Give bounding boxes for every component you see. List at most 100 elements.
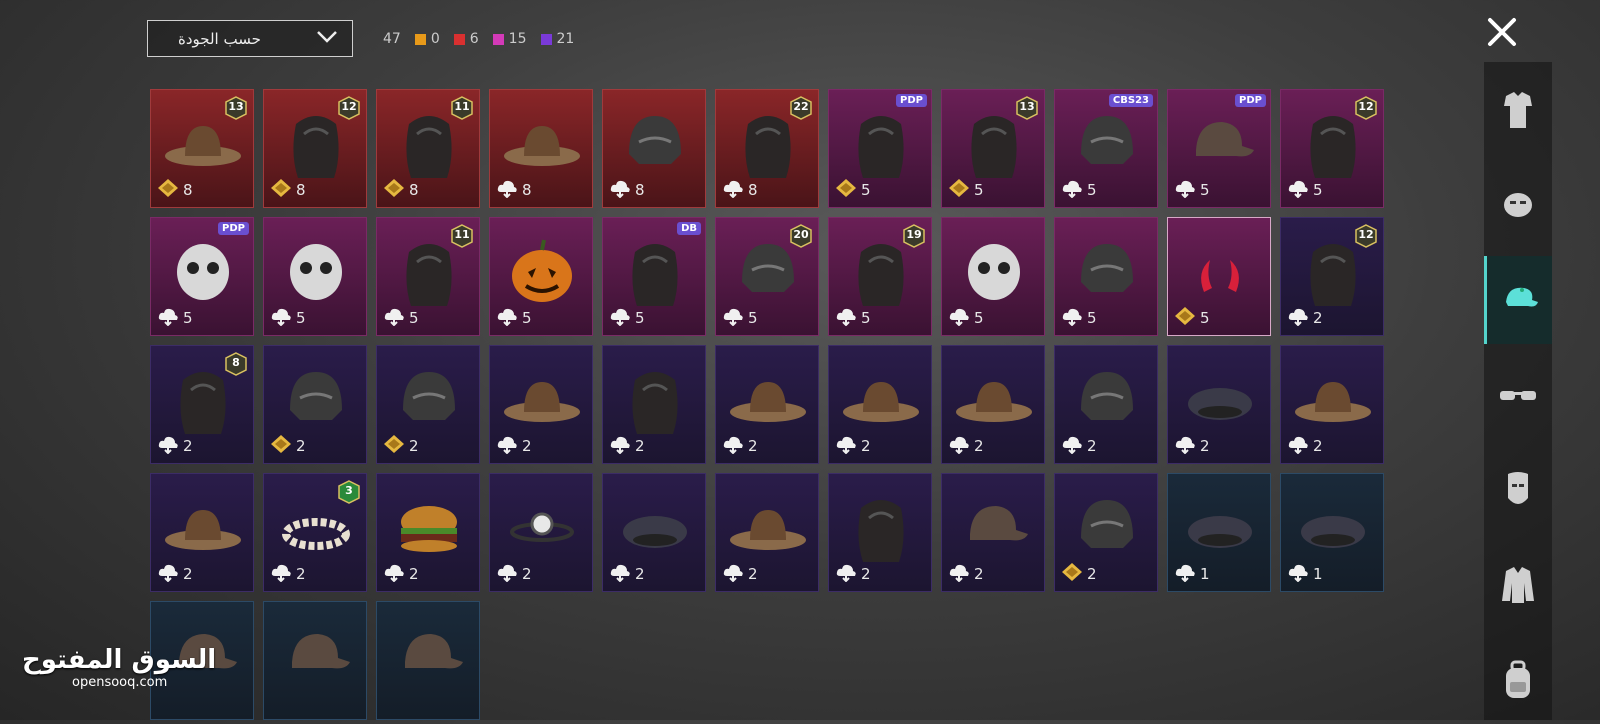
inventory-item[interactable]: 8 <box>602 89 706 208</box>
item-count: 5 <box>496 306 532 330</box>
item-hat-icon <box>504 382 580 422</box>
sidebar-category-jacket[interactable] <box>1484 541 1552 629</box>
inventory-item[interactable]: 2 <box>828 473 932 592</box>
inventory-item[interactable]: 19 5 <box>828 217 932 336</box>
inventory-item[interactable]: 2 <box>1054 345 1158 464</box>
item-count: 2 <box>835 562 871 586</box>
inventory-item[interactable]: 5 <box>263 217 367 336</box>
item-count: 2 <box>948 562 984 586</box>
inventory-item[interactable]: 2 <box>150 473 254 592</box>
inventory-item[interactable]: 22 8 <box>715 89 819 208</box>
item-count-value: 8 <box>748 181 758 199</box>
inventory-item[interactable]: PDP 5 <box>1167 89 1271 208</box>
cloud-coupon-icon <box>722 306 744 330</box>
close-button[interactable] <box>1482 12 1522 52</box>
item-helmet-icon <box>1081 244 1133 292</box>
rarity-swatch <box>414 33 426 45</box>
inventory-item[interactable]: PDP 5 <box>828 89 932 208</box>
inventory-item[interactable]: 2 <box>941 345 1045 464</box>
cloud-coupon-icon <box>157 562 179 586</box>
inventory-item[interactable]: 1 <box>1167 473 1271 592</box>
item-count-value: 2 <box>296 565 306 583</box>
item-count: 5 <box>948 178 984 202</box>
inventory-item[interactable]: 2 <box>376 473 480 592</box>
inventory-item[interactable]: 82 <box>150 345 254 464</box>
cloud-coupon-icon <box>1287 178 1309 202</box>
item-horns-icon <box>1201 260 1239 292</box>
sidebar-category-cap[interactable] <box>1484 256 1552 344</box>
item-count: 8 <box>157 178 193 202</box>
item-count-value: 2 <box>1313 437 1323 455</box>
level-badge-value: 22 <box>793 100 809 113</box>
cloud-coupon-icon <box>496 562 518 586</box>
sidebar-category-glasses[interactable] <box>1484 351 1552 439</box>
item-count-value: 5 <box>1313 181 1323 199</box>
item-count: 2 <box>722 562 758 586</box>
inventory-item[interactable]: 2 <box>1054 473 1158 592</box>
cloud-coupon-icon <box>835 306 857 330</box>
item-hair-icon <box>858 500 904 562</box>
inventory-item[interactable]: 2 <box>489 473 593 592</box>
sidebar-category-face[interactable] <box>1484 161 1552 249</box>
inventory-item[interactable]: 2 <box>263 345 367 464</box>
inventory-item[interactable]: DB 5 <box>602 217 706 336</box>
inventory-item[interactable]: 2 <box>602 345 706 464</box>
inventory-item[interactable]: 20 5 <box>715 217 819 336</box>
inventory-item[interactable]: 12 5 <box>1280 89 1384 208</box>
inventory-item[interactable]: 2 <box>941 473 1045 592</box>
item-count-value: 5 <box>635 309 645 327</box>
cloud-coupon-icon <box>722 562 744 586</box>
item-hat-icon <box>730 510 806 550</box>
inventory-item[interactable]: 11 5 <box>376 217 480 336</box>
inventory-item[interactable]: 2 <box>602 473 706 592</box>
inventory-item[interactable]: 5 <box>1054 217 1158 336</box>
inventory-item[interactable]: 2 <box>489 345 593 464</box>
gold-coupon-icon <box>835 178 857 202</box>
inventory-item[interactable]: 12 2 <box>1280 217 1384 336</box>
backpack-icon <box>1506 660 1530 698</box>
level-badge-value: 13 <box>228 100 244 113</box>
item-helmet-icon <box>290 372 342 420</box>
sidebar-category-mask[interactable] <box>1484 446 1552 534</box>
inventory-item[interactable] <box>376 601 480 720</box>
sidebar-category-backpack[interactable] <box>1484 636 1552 724</box>
sort-dropdown[interactable]: حسب الجودة <box>147 20 353 57</box>
item-count: 2 <box>1287 306 1323 330</box>
inventory-item[interactable]: PDP 5 <box>150 217 254 336</box>
inventory-item[interactable]: 13 5 <box>941 89 1045 208</box>
cloud-coupon-icon <box>609 434 631 458</box>
watermark-latin: opensooq.com <box>72 675 168 690</box>
inventory-item[interactable]: 5 <box>1167 217 1271 336</box>
inventory-item[interactable]: 11 8 <box>376 89 480 208</box>
item-headlamp-icon <box>510 512 574 542</box>
item-hair-icon <box>632 244 678 306</box>
cloud-coupon-icon <box>948 562 970 586</box>
inventory-item[interactable]: 1 <box>1280 473 1384 592</box>
inventory-item[interactable]: 13 8 <box>150 89 254 208</box>
level-badge-value: 20 <box>793 228 809 241</box>
inventory-item[interactable]: 2 <box>1167 345 1271 464</box>
inventory-item[interactable]: 2 <box>828 345 932 464</box>
sidebar-category-outfit[interactable] <box>1484 66 1552 154</box>
cloud-coupon-icon <box>496 306 518 330</box>
inventory-item[interactable]: 2 <box>376 345 480 464</box>
inventory-screen: حسب الجودة 47 0 6 15 21 13 8 12 8 11 8 8 8 22 8 PD… <box>0 0 1600 720</box>
inventory-item[interactable]: CBS23 5 <box>1054 89 1158 208</box>
cap-icon <box>1505 287 1538 307</box>
item-count-value: 2 <box>635 565 645 583</box>
inventory-item[interactable] <box>263 601 367 720</box>
inventory-item[interactable]: 8 <box>489 89 593 208</box>
inventory-item[interactable]: 2 <box>715 473 819 592</box>
inventory-item[interactable]: 2 <box>715 345 819 464</box>
item-count: 2 <box>1287 434 1323 458</box>
inventory-item[interactable]: 2 <box>1280 345 1384 464</box>
item-beret-icon <box>1188 516 1252 548</box>
level-badge-value: 11 <box>454 228 470 241</box>
item-count: 5 <box>609 306 645 330</box>
inventory-item[interactable]: 5 <box>489 217 593 336</box>
item-count-value: 5 <box>861 181 871 199</box>
cloud-coupon-icon <box>948 306 970 330</box>
inventory-item[interactable]: 12 8 <box>263 89 367 208</box>
inventory-item[interactable]: 5 <box>941 217 1045 336</box>
inventory-item[interactable]: 32 <box>263 473 367 592</box>
